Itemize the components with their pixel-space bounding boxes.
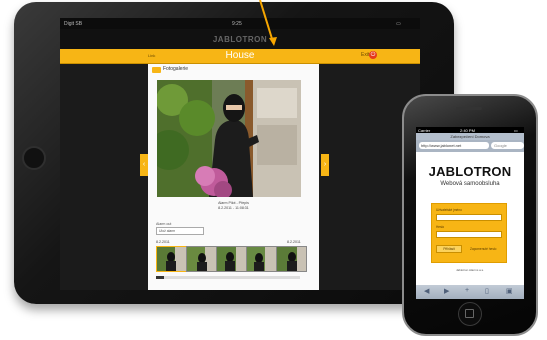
username-input[interactable]: [436, 214, 502, 221]
clock: 9:25: [232, 21, 242, 27]
footer-text: Jablotron Alarms a.s.: [455, 268, 484, 272]
pages-icon[interactable]: ▣: [506, 287, 513, 295]
tablet-screen: Digit SB 9:25 ▭ JABLOTRON Link House Exi…: [60, 18, 420, 290]
thumbnail-image: [157, 247, 186, 271]
nav-bar: Link House Exit ⏻: [60, 49, 420, 64]
alarm-select[interactable]: Ulož alarm: [156, 227, 204, 235]
thumbnail[interactable]: [216, 246, 247, 272]
prev-photo-button[interactable]: ‹: [140, 154, 148, 176]
scrollbar-thumb[interactable]: [156, 276, 164, 279]
password-input[interactable]: [436, 231, 502, 238]
url-field[interactable]: http://www.jablonet.net: [419, 142, 489, 149]
tablet-home-button[interactable]: [22, 146, 46, 170]
thumbnail[interactable]: [246, 246, 277, 272]
slogan: Webová samoobsluha: [440, 181, 500, 187]
battery-icon: ▭: [396, 21, 401, 27]
date-start: 8.2.2011: [156, 240, 170, 244]
home-square-icon: [465, 309, 474, 318]
carrier-label: Digit SB: [64, 21, 83, 27]
next-photo-button[interactable]: ›: [321, 154, 329, 176]
pointer-arrow-icon: [259, 0, 277, 46]
thumbnail-image: [247, 247, 276, 271]
thumbnail-image: [277, 247, 306, 271]
jablotron-logo: JABLOTRON: [428, 164, 512, 179]
camera-icon: [152, 67, 161, 73]
main-photo[interactable]: [157, 80, 301, 197]
browser-toolbar: ◀ ▶ + ▯ ▣: [416, 285, 524, 299]
add-bookmark-icon[interactable]: +: [465, 287, 469, 294]
thumbnail[interactable]: [186, 246, 217, 272]
photo-caption-source: Alarm Pilot - Přepis: [218, 201, 249, 205]
bookmarks-icon[interactable]: ▯: [485, 287, 489, 295]
thumbnail[interactable]: [276, 246, 307, 272]
login-form: Uživatelské jméno Heslo Přihlásit Zapome…: [431, 203, 507, 263]
phone-speaker: [456, 107, 482, 110]
forgot-password-link[interactable]: Zapomenuté heslo: [470, 247, 496, 251]
gallery-title: Fotogalerie: [163, 66, 189, 72]
date-end: 8.2.2011: [287, 240, 301, 244]
search-field[interactable]: Google: [491, 142, 524, 149]
brand-logo: JABLOTRON: [212, 35, 268, 44]
phone-screen: Carrier 2:40 PM ▭ Zabezpečení Domova htt…: [416, 127, 524, 299]
power-icon[interactable]: ⏻: [369, 51, 377, 59]
alarm-select-label: Alarm out: [156, 222, 172, 226]
browser-title: Zabezpečení Domova: [416, 133, 524, 140]
back-arrow-icon[interactable]: ◀: [424, 287, 429, 295]
thumbnail[interactable]: [156, 246, 187, 272]
password-label: Heslo: [436, 225, 445, 229]
browser-address-bar: http://www.jablonet.net Google: [416, 140, 524, 152]
photo-gallery-panel: Fotogalerie Alarm Pilot - Přepis 8.2.201…: [148, 64, 319, 290]
tablet-status-bar: Digit SB 9:25 ▭: [60, 18, 420, 29]
thumbnail-scrollbar[interactable]: [156, 276, 300, 279]
brand-bar: JABLOTRON: [60, 29, 420, 49]
login-button[interactable]: Přihlásit: [436, 245, 462, 253]
thumbnail-image: [217, 247, 246, 271]
thumbnail-image: [187, 247, 216, 271]
forward-arrow-icon[interactable]: ▶: [444, 287, 449, 295]
username-label: Uživatelské jméno: [436, 208, 462, 212]
burglar-photo-image: [157, 80, 301, 197]
photo-caption-timestamp: 8.2.2011 - 11:08:31: [218, 206, 249, 210]
